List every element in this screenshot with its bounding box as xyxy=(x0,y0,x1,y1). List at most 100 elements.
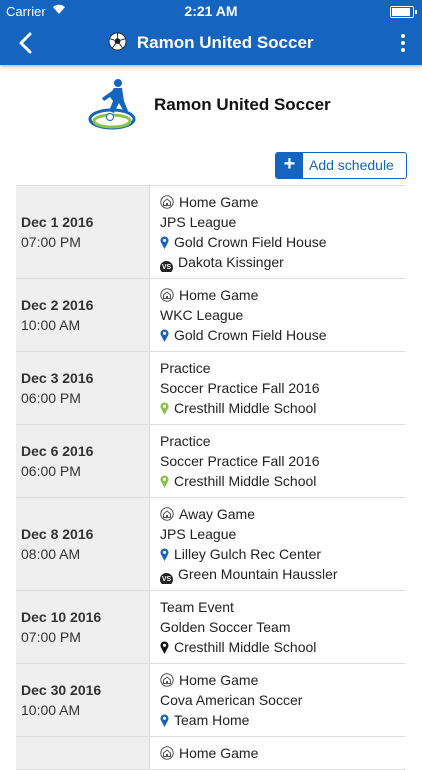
event-time: 06:00 PM xyxy=(21,390,81,406)
event-time: 08:00 AM xyxy=(21,546,81,562)
team-name: Ramon United Soccer xyxy=(154,95,331,114)
event-league: JPS League xyxy=(160,526,237,542)
versus-icon: VS xyxy=(160,573,173,584)
event-date: Dec 3 2016 xyxy=(21,370,94,386)
event-league: Soccer Practice Fall 2016 xyxy=(160,380,320,396)
location-pin-icon xyxy=(160,475,169,488)
event-date-cell: Dec 8 2016 08:00 AM xyxy=(16,498,150,590)
event-type: Team Event xyxy=(160,599,234,615)
home-game-icon xyxy=(160,746,174,760)
event-location[interactable]: Cresthill Middle School xyxy=(174,473,316,489)
team-logo xyxy=(88,79,136,130)
schedule-row[interactable]: Dec 1 2016 07:00 PM Home Game JPS League Gol… xyxy=(16,186,405,279)
event-location[interactable]: Cresthill Middle School xyxy=(174,400,316,416)
nav-bar: Ramon United Soccer xyxy=(0,22,422,65)
event-location-line: Gold Crown Field House xyxy=(160,232,405,252)
event-time: 10:00 AM xyxy=(21,702,81,718)
event-date-cell xyxy=(16,737,150,769)
event-type: Home Game xyxy=(179,745,259,761)
event-date-cell: Dec 1 2016 07:00 PM xyxy=(16,186,150,278)
event-type: Practice xyxy=(160,360,211,376)
event-date: Dec 2 2016 xyxy=(21,297,94,313)
event-type-line: Away Game xyxy=(160,504,405,524)
event-details: Team Event Golden Soccer Team Cresthill Mi… xyxy=(150,591,405,663)
event-date-cell: Dec 10 2016 07:00 PM xyxy=(16,591,150,663)
schedule-row[interactable]: Dec 3 2016 06:00 PM Practice Soccer Practic… xyxy=(16,352,405,425)
event-type: Home Game xyxy=(179,194,259,210)
event-location[interactable]: Lilley Gulch Rec Center xyxy=(174,546,321,562)
event-type-line: Home Game xyxy=(160,285,405,305)
event-type-line: Practice xyxy=(160,431,405,451)
event-type-line: Practice xyxy=(160,358,405,378)
event-opponent: Dakota Kissinger xyxy=(178,254,284,270)
event-date: Dec 8 2016 xyxy=(21,526,94,542)
schedule-row[interactable]: Dec 30 2016 10:00 AM Home Game Cova America… xyxy=(16,664,405,737)
event-type: Home Game xyxy=(179,287,259,303)
add-schedule-button[interactable]: + Add schedule xyxy=(275,152,407,179)
event-date: Dec 1 2016 xyxy=(21,214,94,230)
schedule-row[interactable]: Dec 10 2016 07:00 PM Team Event Golden Socc… xyxy=(16,591,405,664)
event-type-line: Home Game xyxy=(160,670,405,690)
home-game-icon xyxy=(160,673,174,687)
soccer-ball-icon xyxy=(108,32,127,51)
event-type: Home Game xyxy=(179,672,259,688)
event-type-line: Team Event xyxy=(160,597,405,617)
event-time: 07:00 PM xyxy=(21,234,81,250)
event-date: Dec 10 2016 xyxy=(21,609,102,625)
event-location[interactable]: Gold Crown Field House xyxy=(174,327,327,343)
event-league: Cova American Soccer xyxy=(160,692,303,708)
event-opponent-line: VS Green Mountain Haussler xyxy=(160,564,405,584)
schedule-row[interactable]: Dec 8 2016 08:00 AM Away Game JPS League Lil… xyxy=(16,498,405,591)
event-league: Soccer Practice Fall 2016 xyxy=(160,453,320,469)
event-location-line: Lilley Gulch Rec Center xyxy=(160,544,405,564)
event-league: WKC League xyxy=(160,307,244,323)
location-pin-icon xyxy=(160,641,169,654)
location-pin-icon xyxy=(160,402,169,415)
event-type: Practice xyxy=(160,433,211,449)
schedule-row[interactable]: Dec 6 2016 06:00 PM Practice Soccer Practic… xyxy=(16,425,405,498)
battery-icon xyxy=(390,6,417,18)
event-location-line: Cresthill Middle School xyxy=(160,637,405,657)
event-location[interactable]: Team Home xyxy=(174,712,249,728)
event-time: 07:00 PM xyxy=(21,629,81,645)
event-location-line: Team Home xyxy=(160,710,405,730)
event-time: 06:00 PM xyxy=(21,463,81,479)
event-location[interactable]: Cresthill Middle School xyxy=(174,639,316,655)
versus-icon: VS xyxy=(160,261,173,272)
event-date-cell: Dec 30 2016 10:00 AM xyxy=(16,664,150,736)
event-date-cell: Dec 3 2016 06:00 PM xyxy=(16,352,150,424)
away-game-icon xyxy=(160,507,174,521)
event-details: Practice Soccer Practice Fall 2016 Cresthi… xyxy=(150,425,405,497)
location-pin-icon xyxy=(160,329,169,342)
location-pin-icon xyxy=(160,548,169,561)
event-details: Home Game xyxy=(150,737,405,769)
event-opponent-line: VS Dakota Kissinger xyxy=(160,252,405,272)
event-type-line: Home Game xyxy=(160,743,405,763)
add-schedule-label: Add schedule xyxy=(309,157,394,173)
clock: 2:21 AM xyxy=(184,3,238,19)
event-type: Away Game xyxy=(179,506,255,522)
event-details: Home Game WKC League Gold Crown Field Hous… xyxy=(150,279,405,351)
event-date-cell: Dec 2 2016 10:00 AM xyxy=(16,279,150,351)
event-date: Dec 6 2016 xyxy=(21,443,94,459)
event-type-line: Home Game xyxy=(160,192,405,212)
event-date-cell: Dec 6 2016 06:00 PM xyxy=(16,425,150,497)
event-details: Practice Soccer Practice Fall 2016 Cresthi… xyxy=(150,352,405,424)
event-details: Home Game Cova American Soccer Team Home xyxy=(150,664,405,736)
event-opponent: Green Mountain Haussler xyxy=(178,566,338,582)
event-location-line: Cresthill Middle School xyxy=(160,471,405,491)
schedule-row[interactable]: Home Game xyxy=(16,737,405,770)
event-location-line: Cresthill Middle School xyxy=(160,398,405,418)
nav-title: Ramon United Soccer xyxy=(136,33,314,52)
more-options-icon[interactable] xyxy=(400,34,406,54)
event-details: Away Game JPS League Lilley Gulch Rec Cent… xyxy=(150,498,405,590)
event-location[interactable]: Gold Crown Field House xyxy=(174,234,327,250)
event-location-line: Gold Crown Field House xyxy=(160,325,405,345)
location-pin-icon xyxy=(160,236,169,249)
event-league: JPS League xyxy=(160,214,237,230)
event-league: Golden Soccer Team xyxy=(160,619,291,635)
schedule-row[interactable]: Dec 2 2016 10:00 AM Home Game WKC League Gol… xyxy=(16,279,405,352)
event-details: Home Game JPS League Gold Crown Field Hous… xyxy=(150,186,405,278)
plus-icon: + xyxy=(276,153,303,178)
home-game-icon xyxy=(160,195,174,209)
